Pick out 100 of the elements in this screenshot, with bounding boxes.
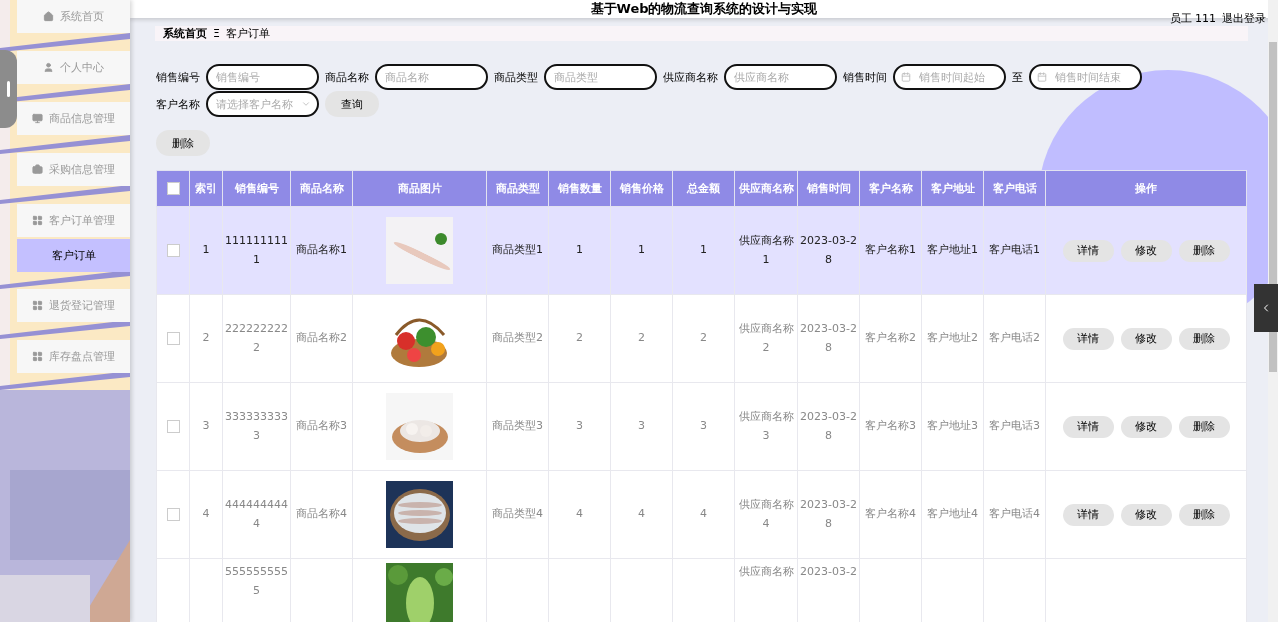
column-header: 供应商名称	[738, 182, 794, 195]
input-field[interactable]: 商品名称	[375, 64, 488, 90]
action-button[interactable]: 删除	[1178, 327, 1230, 350]
column-header: 客户电话	[992, 182, 1037, 195]
table-cell: 商品类型1	[492, 243, 543, 257]
table-cell: 1	[202, 243, 210, 257]
table-cell: 2023-03-2	[800, 565, 857, 578]
date-field[interactable]: 销售时间结束	[1029, 64, 1142, 90]
input-field[interactable]: 商品类型	[544, 64, 657, 90]
table-cell: 2	[700, 331, 707, 345]
filter-label: 至	[1012, 69, 1023, 85]
action-button[interactable]: 修改	[1120, 503, 1172, 526]
table-cell: 供应商名称3	[738, 409, 794, 442]
table-cell: 3	[202, 419, 210, 433]
action-button[interactable]: 删除	[1178, 415, 1230, 438]
column-header: 商品名称	[299, 182, 344, 195]
briefcase-icon	[32, 164, 43, 175]
table-cell: 1111111111	[225, 233, 288, 266]
table-cell: 4	[202, 507, 210, 521]
table-cell: 供应商名称2	[738, 321, 794, 354]
filter-label: 销售编号	[156, 69, 200, 85]
action-button[interactable]: 修改	[1120, 239, 1172, 262]
table-cell: 2023-03-28	[800, 409, 857, 442]
table-cell: 2023-03-28	[800, 321, 857, 354]
action-button[interactable]: 详情	[1062, 415, 1114, 438]
table-cell: 供应商名称1	[738, 233, 794, 266]
table-cell: 供应商名称4	[738, 497, 794, 530]
table-cell: 商品类型3	[492, 419, 543, 433]
checkbox[interactable]	[166, 182, 180, 196]
input-field[interactable]: 销售编号	[206, 64, 319, 90]
logout-link[interactable]: 退出登录	[1222, 11, 1266, 26]
filter-label: 销售时间	[843, 69, 887, 85]
table-cell: 商品类型4	[492, 507, 543, 521]
table-cell: 4444444444	[225, 497, 288, 530]
table-cell: 客户电话4	[989, 507, 1040, 521]
checkbox[interactable]	[166, 419, 180, 433]
breadcrumb-link[interactable]: 系统首页	[163, 26, 207, 41]
filter-label: 商品类型	[494, 69, 538, 85]
action-button[interactable]: 删除	[1178, 503, 1230, 526]
table-cell: 3	[576, 419, 583, 433]
delete-button[interactable]: 删除	[156, 130, 210, 156]
table-cell: 2222222222	[225, 321, 288, 354]
table-cell: 4	[576, 507, 583, 521]
column-header: 销售时间	[806, 182, 851, 195]
input-field[interactable]: 供应商名称	[724, 64, 837, 90]
collapse-button[interactable]	[1254, 284, 1278, 332]
table-cell: 1	[638, 243, 645, 257]
table-cell: 3333333333	[225, 409, 288, 442]
grid-icon	[32, 215, 43, 226]
table-cell: 客户地址3	[927, 419, 978, 433]
date-field[interactable]: 销售时间起始	[893, 64, 1006, 90]
checkbox[interactable]	[166, 243, 180, 257]
table-cell: 4	[638, 507, 645, 521]
table-cell: 客户电话2	[989, 331, 1040, 345]
breadcrumb-separator: Ξ	[213, 27, 220, 40]
page-title: 基于Web的物流查询系统的设计与实现	[590, 0, 818, 18]
table-cell: 2	[202, 331, 210, 345]
action-button[interactable]: 修改	[1120, 415, 1172, 438]
search-button[interactable]: 查询	[325, 91, 379, 117]
user-name: 员工 111	[1169, 11, 1216, 26]
home-icon	[43, 11, 54, 22]
grid-icon	[32, 351, 43, 362]
column-header: 操作	[1135, 182, 1157, 195]
table-cell: 2023-03-28	[800, 233, 857, 266]
table-cell: 商品名称2	[296, 331, 347, 345]
action-button[interactable]: 修改	[1120, 327, 1172, 350]
table-cell: 客户名称4	[865, 507, 916, 521]
table-cell: 供应商名称	[738, 565, 794, 578]
table-cell: 3	[638, 419, 645, 433]
table-cell: 客户地址1	[927, 243, 978, 257]
table-cell: 客户地址2	[927, 331, 978, 345]
table-cell: 3	[700, 419, 707, 433]
checkbox[interactable]	[166, 331, 180, 345]
table-cell: 2023-03-28	[800, 497, 857, 530]
grid-icon	[32, 300, 43, 311]
table-cell: 客户电话1	[989, 243, 1040, 257]
sidebar-item[interactable]: 客户订单	[17, 239, 130, 272]
table-cell: 客户电话3	[989, 419, 1040, 433]
table-cell: 客户名称3	[865, 419, 916, 433]
side-handle[interactable]	[0, 50, 17, 128]
column-header: 客户地址	[930, 182, 975, 195]
table-cell: 商品名称3	[296, 419, 347, 433]
table-cell: 2	[638, 331, 645, 345]
action-button[interactable]: 删除	[1178, 239, 1230, 262]
column-header: 总金额	[687, 182, 720, 195]
action-button[interactable]: 详情	[1062, 503, 1114, 526]
table-cell: 客户名称1	[865, 243, 916, 257]
column-header: 索引	[195, 182, 217, 195]
action-button[interactable]: 详情	[1062, 327, 1114, 350]
select-field[interactable]: 请选择客户名称	[206, 91, 319, 117]
table-cell: 客户地址4	[927, 507, 978, 521]
table-cell: 1	[576, 243, 583, 257]
action-button[interactable]: 详情	[1062, 239, 1114, 262]
checkbox[interactable]	[166, 507, 180, 521]
user-icon	[43, 62, 54, 73]
table-cell: 2	[576, 331, 583, 345]
breadcrumb-current: 客户订单	[225, 26, 270, 41]
calendar-icon	[901, 72, 911, 82]
scrollbar[interactable]	[1268, 0, 1278, 622]
filter-label: 客户名称	[156, 96, 200, 112]
